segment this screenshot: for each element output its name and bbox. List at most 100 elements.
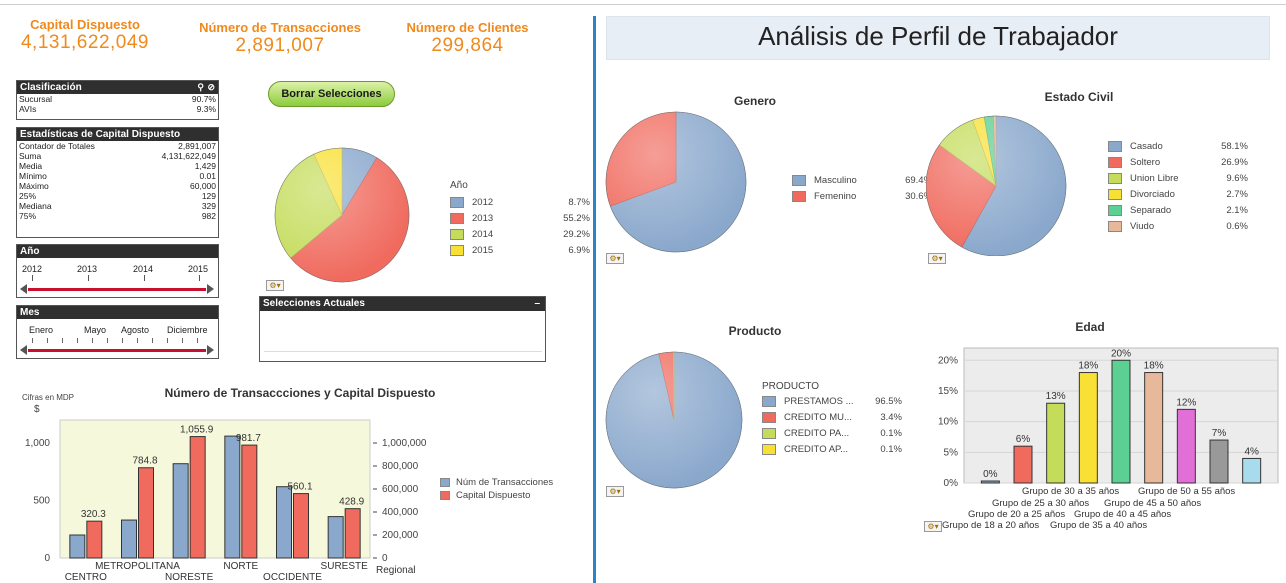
clasificacion-header: Clasificación ⚲ ⊘ xyxy=(17,81,218,94)
chart-menu-icon[interactable]: ⚙▾ xyxy=(924,521,942,532)
legend-item[interactable]: 2014 29.2% xyxy=(450,226,590,242)
bar[interactable] xyxy=(1242,457,1262,484)
legend-label: Divorciado xyxy=(1130,188,1175,200)
legend-item[interactable]: Soltero 26.9% xyxy=(1108,154,1248,170)
legend-item[interactable]: Capital Dispuesto xyxy=(440,489,553,502)
legend-label: Viudo xyxy=(1130,220,1155,232)
producto-pie-chart[interactable] xyxy=(604,342,754,492)
table-row: 25% 129 xyxy=(19,191,216,201)
transacciones-legend: Núm de Transacciones Capital Dispuesto xyxy=(440,476,553,502)
list-item[interactable]: AVIs 9.3% xyxy=(17,104,218,114)
legend-item[interactable]: CREDITO MU... 3.4% xyxy=(762,409,902,425)
bar-capital[interactable] xyxy=(138,467,154,559)
bar[interactable] xyxy=(1078,372,1098,484)
search-icon[interactable]: ⚲ xyxy=(197,81,204,94)
bar-capital[interactable] xyxy=(293,493,309,559)
legend-label: Casado xyxy=(1130,140,1163,152)
bar[interactable] xyxy=(1176,408,1196,484)
slider-track[interactable] xyxy=(28,288,206,291)
legend-item[interactable]: Masculino 69.4% xyxy=(792,172,932,188)
genero-legend: Masculino 69.4% Femenino 30.6% xyxy=(792,172,932,204)
legend-swatch xyxy=(1108,204,1122,216)
month-ticks xyxy=(32,338,202,343)
transacciones-chart-title: Número de Transaccciones y Capital Dispu… xyxy=(164,386,436,400)
legend-swatch xyxy=(762,443,776,455)
legend-label: Masculino xyxy=(814,174,857,186)
bar-transacciones[interactable] xyxy=(121,519,137,559)
y-tick-label: 20% xyxy=(938,355,958,366)
bar[interactable] xyxy=(1209,439,1229,484)
minimize-button[interactable]: – xyxy=(534,297,540,310)
slider-tick-label: 2014 xyxy=(133,264,154,274)
bar-capital[interactable] xyxy=(344,508,361,559)
estado-civil-pie-chart[interactable] xyxy=(926,106,1076,256)
pie-highlight xyxy=(605,111,747,253)
chart-menu-icon[interactable]: ⚙▾ xyxy=(606,253,624,264)
bar-transacciones[interactable] xyxy=(276,486,292,559)
horizontal-scrollbar[interactable] xyxy=(264,351,542,357)
top-rule xyxy=(0,4,1286,5)
slider-right-arrow-icon[interactable] xyxy=(207,345,214,355)
legend-item[interactable]: Divorciado 2.7% xyxy=(1108,186,1248,202)
bar[interactable] xyxy=(980,480,1000,484)
legend-item[interactable]: 2015 6.9% xyxy=(450,242,590,258)
kpi-value: 2,891,007 xyxy=(235,35,325,56)
kpi-title: Número de Transacciones xyxy=(199,20,361,35)
legend-item[interactable]: Viudo 0.6% xyxy=(1108,218,1248,234)
legend-swatch xyxy=(762,395,776,407)
bar-transacciones[interactable] xyxy=(69,534,86,559)
borrar-selecciones-button[interactable]: Borrar Selecciones xyxy=(268,81,395,107)
selecciones-box[interactable]: Selecciones Actuales – xyxy=(259,296,546,362)
anio-pie-chart[interactable] xyxy=(262,140,422,290)
bar-capital[interactable] xyxy=(86,520,103,559)
list-item[interactable]: Sucursal 90.7% xyxy=(17,94,218,104)
legend-swatch xyxy=(450,196,464,208)
legend-label: 2012 xyxy=(472,196,494,208)
bar[interactable] xyxy=(1013,445,1033,484)
slider-right-arrow-icon[interactable] xyxy=(207,284,214,294)
clear-icon[interactable]: ⊘ xyxy=(207,81,215,94)
legend-label: Union Libre xyxy=(1130,172,1179,184)
legend-item[interactable]: Union Libre 9.6% xyxy=(1108,170,1248,186)
table-row: Suma 4,131,622,049 xyxy=(19,151,216,161)
legend-value: 55.2% xyxy=(563,212,590,224)
slider-left-arrow-icon[interactable] xyxy=(20,345,27,355)
table-row: Mínimo 0.01 xyxy=(19,171,216,181)
kpi-capital: Capital Dispuesto 4,131,622,049 xyxy=(10,17,160,54)
transacciones-chart[interactable]: 0 500 1,000 0 200,000 400,000 600,000 800,000 1,… xyxy=(20,414,430,583)
kpi-title: Número de Clientes xyxy=(406,20,529,35)
legend-item[interactable]: PRESTAMOS ... 96.5% xyxy=(762,393,902,409)
legend-item[interactable]: Núm de Transacciones xyxy=(440,476,553,489)
legend-value: 6.9% xyxy=(568,244,590,256)
bar[interactable] xyxy=(1111,359,1131,484)
legend-item[interactable]: CREDITO AP... 0.1% xyxy=(762,441,902,457)
legend-swatch xyxy=(1108,172,1122,184)
chart-menu-icon[interactable]: ⚙▾ xyxy=(606,486,624,497)
legend-item[interactable]: Separado 2.1% xyxy=(1108,202,1248,218)
legend-item[interactable]: 2013 55.2% xyxy=(450,210,590,226)
bar[interactable] xyxy=(1144,372,1164,484)
legend-label: Separado xyxy=(1130,204,1172,216)
bar-transacciones[interactable] xyxy=(172,463,189,559)
chart-menu-icon[interactable]: ⚙▾ xyxy=(266,280,284,291)
slider-left-arrow-icon[interactable] xyxy=(20,284,27,294)
legend-item[interactable]: Casado 58.1% xyxy=(1108,138,1248,154)
pie-highlight xyxy=(926,115,1067,256)
legend-item[interactable]: CREDITO PA... 0.1% xyxy=(762,425,902,441)
bar-capital[interactable] xyxy=(189,436,206,559)
chart-menu-icon[interactable]: ⚙▾ xyxy=(928,253,946,264)
kpi-value: 4,131,622,049 xyxy=(20,32,149,53)
bar-value-label: 1,055.9 xyxy=(180,425,214,436)
legend-item[interactable]: 2012 8.7% xyxy=(450,194,590,210)
legend-item[interactable]: Femenino 30.6% xyxy=(792,188,932,204)
anio-slider-box[interactable]: Año 2012 2013 2014 2015 xyxy=(16,244,219,298)
bar-transacciones[interactable] xyxy=(224,435,241,559)
slider-track[interactable] xyxy=(28,349,206,352)
mes-slider-box[interactable]: Mes Enero Mayo Agosto Diciembre xyxy=(16,305,219,359)
genero-pie-chart[interactable] xyxy=(604,106,754,256)
bar-transacciones[interactable] xyxy=(327,516,344,559)
legend-label: CREDITO PA... xyxy=(784,427,850,439)
clasificacion-box[interactable]: Clasificación ⚲ ⊘ Sucursal 90.7% AVIs 9.3% xyxy=(16,80,219,120)
bar-capital[interactable] xyxy=(241,444,258,559)
bar[interactable] xyxy=(1046,402,1066,484)
